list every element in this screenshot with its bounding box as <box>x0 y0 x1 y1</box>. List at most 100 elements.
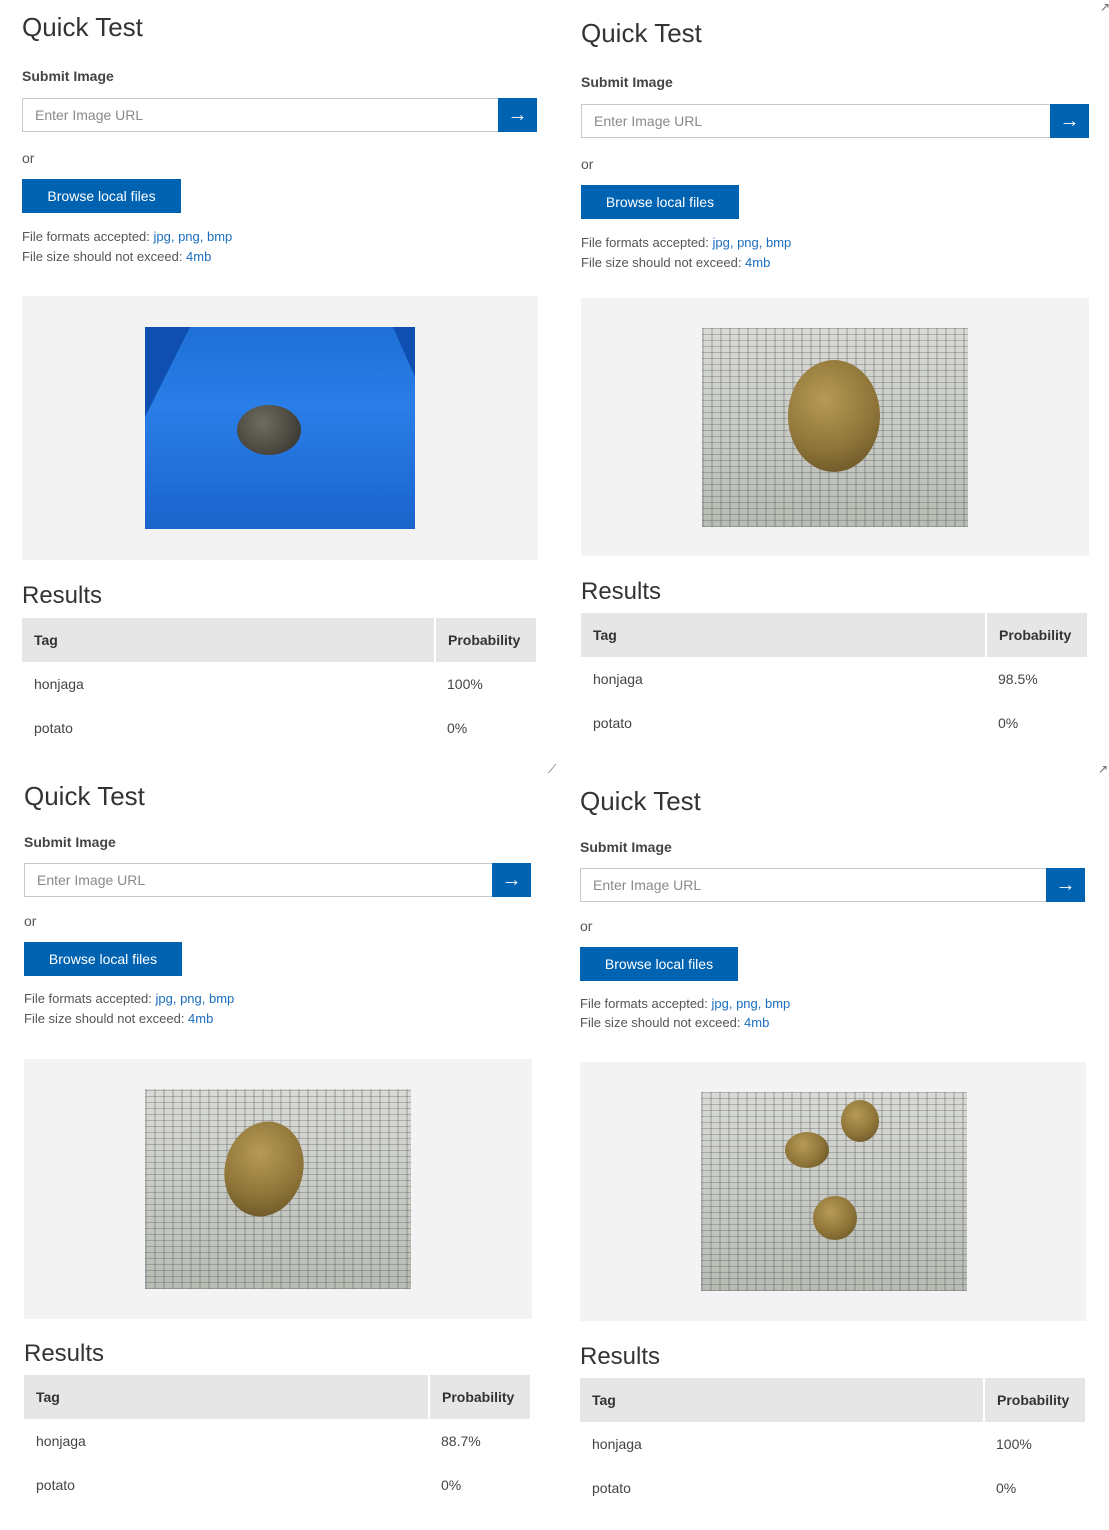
submit-image-label: Submit Image <box>580 839 672 855</box>
browse-local-files-button[interactable]: Browse local files <box>22 179 181 213</box>
tag-cell: potato <box>592 1480 631 1496</box>
tag-cell: honjaga <box>593 671 643 687</box>
file-formats-value: jpg, png, bmp <box>155 991 235 1006</box>
file-size-value: 4mb <box>745 255 771 270</box>
probability-cell: 88.7% <box>441 1433 481 1449</box>
file-size-label: File size should not exceed: <box>580 1015 745 1030</box>
submit-url-button[interactable]: → <box>1050 104 1089 138</box>
preview-image <box>145 327 415 529</box>
tag-cell: potato <box>593 715 632 731</box>
results-title: Results <box>22 582 103 609</box>
file-size-value: 4mb <box>188 1011 214 1026</box>
quick-test-panel-4: Quick Test Submit Image → or Browse loca… <box>580 770 1100 1530</box>
page-title: Quick Test <box>581 18 702 48</box>
file-size-line: File size should not exceed: 4mb <box>581 255 770 270</box>
tag-column-header: Tag <box>22 618 435 662</box>
results-header-row: Tag Probability <box>24 1375 530 1419</box>
page-title: Quick Test <box>22 12 143 42</box>
table-row: potato 0% <box>24 1463 530 1507</box>
results-table: Tag Probability honjaga 100% potato 0% <box>580 1378 1085 1510</box>
page-title: Quick Test <box>580 786 701 816</box>
probability-column-header: Probability <box>985 613 1087 657</box>
tag-cell: potato <box>36 1477 75 1493</box>
preview-image <box>701 1092 967 1291</box>
url-input-row: → <box>581 104 1089 138</box>
image-url-input[interactable] <box>580 868 1046 902</box>
expand-icon[interactable]: ⟋ <box>548 762 556 777</box>
table-row: honjaga 98.5% <box>581 657 1087 701</box>
tag-cell: honjaga <box>36 1433 86 1449</box>
tag-cell: honjaga <box>592 1436 642 1452</box>
expand-icon[interactable]: ↗ <box>1098 762 1108 776</box>
image-preview <box>22 296 538 560</box>
table-row: potato 0% <box>22 706 536 750</box>
image-preview <box>24 1059 532 1319</box>
quick-test-panel-2: Quick Test Submit Image → or Browse loca… <box>581 6 1101 766</box>
arrow-right-icon: → <box>1055 873 1076 896</box>
image-url-input[interactable] <box>24 863 492 897</box>
or-separator: or <box>581 156 594 172</box>
file-formats-line: File formats accepted: jpg, png, bmp <box>580 996 790 1011</box>
table-row: potato 0% <box>581 701 1087 745</box>
probability-cell: 0% <box>447 720 468 736</box>
browse-local-files-button[interactable]: Browse local files <box>580 947 738 981</box>
submit-url-button[interactable]: → <box>1046 868 1085 902</box>
arrow-right-icon: → <box>507 103 528 126</box>
results-title: Results <box>580 1343 661 1370</box>
browse-local-files-button[interactable]: Browse local files <box>581 185 739 219</box>
results-title: Results <box>24 1340 105 1367</box>
probability-cell: 100% <box>447 676 483 692</box>
tag-column-header: Tag <box>24 1375 429 1419</box>
page-title: Quick Test <box>24 781 145 811</box>
probability-cell: 0% <box>441 1477 462 1493</box>
file-size-line: File size should not exceed: 4mb <box>24 1011 213 1026</box>
results-header-row: Tag Probability <box>581 613 1087 657</box>
table-row: honjaga 100% <box>580 1422 1085 1466</box>
submit-image-label: Submit Image <box>24 834 116 850</box>
file-formats-value: jpg, png, bmp <box>153 229 233 244</box>
probability-cell: 0% <box>998 715 1019 731</box>
file-formats-label: File formats accepted: <box>22 229 154 244</box>
file-size-line: File size should not exceed: 4mb <box>580 1015 769 1030</box>
file-formats-line: File formats accepted: jpg, png, bmp <box>581 235 791 250</box>
url-input-row: → <box>24 863 531 897</box>
or-separator: or <box>580 918 593 934</box>
file-formats-label: File formats accepted: <box>580 996 712 1011</box>
or-separator: or <box>22 150 35 166</box>
image-url-input[interactable] <box>581 104 1050 138</box>
file-formats-label: File formats accepted: <box>581 235 713 250</box>
file-formats-value: jpg, png, bmp <box>711 996 791 1011</box>
probability-column-header: Probability <box>434 618 536 662</box>
results-header-row: Tag Probability <box>22 618 536 662</box>
file-size-value: 4mb <box>744 1015 770 1030</box>
url-input-row: → <box>580 868 1085 902</box>
tag-cell: potato <box>34 720 73 736</box>
file-formats-line: File formats accepted: jpg, png, bmp <box>22 229 232 244</box>
expand-icon[interactable]: ↗ <box>1100 0 1109 14</box>
file-size-line: File size should not exceed: 4mb <box>22 249 211 264</box>
results-table: Tag Probability honjaga 88.7% potato 0% <box>24 1375 530 1507</box>
quick-test-panel-1: Quick Test Submit Image → or Browse loca… <box>22 0 542 760</box>
file-size-label: File size should not exceed: <box>22 249 187 264</box>
probability-cell: 100% <box>996 1436 1032 1452</box>
submit-url-button[interactable]: → <box>492 863 531 897</box>
tag-cell: honjaga <box>34 676 84 692</box>
arrow-right-icon: → <box>501 868 522 891</box>
file-formats-value: jpg, png, bmp <box>712 235 792 250</box>
probability-column-header: Probability <box>983 1378 1085 1422</box>
tag-column-header: Tag <box>581 613 986 657</box>
results-table: Tag Probability honjaga 100% potato 0% <box>22 618 536 750</box>
probability-cell: 0% <box>996 1480 1017 1496</box>
or-separator: or <box>24 913 37 929</box>
image-preview <box>580 1062 1086 1321</box>
table-row: potato 0% <box>580 1466 1085 1510</box>
file-size-value: 4mb <box>186 249 212 264</box>
browse-local-files-button[interactable]: Browse local files <box>24 942 182 976</box>
image-url-input[interactable] <box>22 98 498 132</box>
submit-url-button[interactable]: → <box>498 98 537 132</box>
results-header-row: Tag Probability <box>580 1378 1085 1422</box>
arrow-right-icon: → <box>1059 109 1080 132</box>
probability-column-header: Probability <box>428 1375 530 1419</box>
file-size-label: File size should not exceed: <box>24 1011 189 1026</box>
file-formats-label: File formats accepted: <box>24 991 156 1006</box>
